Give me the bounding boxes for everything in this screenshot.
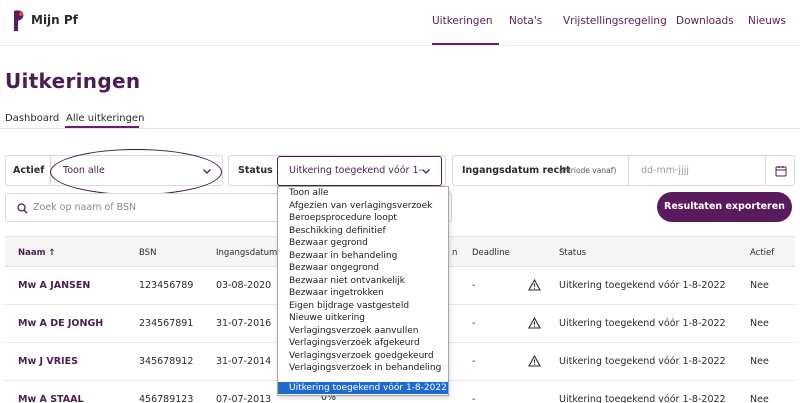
status-option[interactable]: Afgezien van verlagingsverzoek	[278, 200, 448, 212]
ingangsdatum-filter: Ingangsdatum recht (Periode vanaf) dd-mm…	[452, 155, 795, 186]
page-title: Uitkeringen	[5, 69, 141, 93]
status-dropdown-list: Toon alle Afgezien van verlagingsverzoek…	[277, 186, 449, 396]
status-option[interactable]: Verlagingsverzoek aanvullen	[278, 325, 448, 337]
row-datum: 07-07-2013	[216, 394, 272, 403]
col-deadline[interactable]: Deadline	[472, 248, 510, 258]
col-status[interactable]: Status	[559, 248, 586, 258]
row-bsn: 345678912	[139, 356, 194, 367]
row-datum: 03-08-2020	[216, 280, 272, 291]
status-select[interactable]: Uitkering toegekend vóór 1-	[277, 156, 442, 186]
nav-label: Vrijstellingsregeling	[563, 15, 667, 27]
row-datum: 31-07-2014	[216, 356, 272, 367]
row-bsn: 456789123	[139, 394, 194, 403]
row-actief: Nee	[750, 318, 769, 329]
search-icon	[17, 203, 28, 214]
row-bsn: 123456789	[139, 280, 194, 291]
col-naam[interactable]: Naam ↑	[18, 248, 56, 258]
row-naam[interactable]: Mw A DE JONGH	[18, 318, 103, 329]
status-option[interactable]: Bezwaar in behandeling	[278, 250, 448, 262]
status-label: Status	[238, 165, 273, 176]
tabs-divider	[0, 128, 800, 129]
status-option[interactable]: Eigen bijdrage vastgesteld	[278, 300, 448, 312]
header-divider	[0, 45, 800, 46]
date-placeholder: dd-mm-jjjj	[641, 165, 689, 176]
row-actief: Nee	[750, 394, 769, 403]
row-naam[interactable]: Mw A JANSEN	[18, 280, 90, 291]
calendar-icon[interactable]	[775, 165, 787, 177]
highlight-oval	[50, 149, 222, 195]
status-option[interactable]: Nieuwe uitkering	[278, 312, 448, 324]
warning-icon	[528, 279, 541, 291]
nav-label: Uitkeringen	[432, 15, 493, 27]
status-option[interactable]: Bezwaar niet ontvankelijk	[278, 275, 448, 287]
row-status: Uitkering toegekend vóór 1-8-2022	[559, 356, 726, 367]
status-option[interactable]: Beschikking definitief	[278, 225, 448, 237]
logo[interactable]: Mijn Pf	[10, 9, 90, 33]
nav-notas[interactable]: Nota's	[509, 0, 549, 45]
filter-separator	[765, 156, 766, 185]
nav-label: Downloads	[676, 15, 734, 27]
col-ingangsdatum[interactable]: Ingangsdatum r	[216, 248, 284, 258]
logo-icon	[14, 10, 24, 31]
nav-uitkeringen[interactable]: Uitkeringen	[432, 0, 499, 45]
status-option[interactable]: Bezwaar gegrond	[278, 237, 448, 249]
status-option[interactable]: Bezwaar ingetrokken	[278, 287, 448, 299]
status-option[interactable]: Beroepsprocedure loopt	[278, 212, 448, 224]
status-value: Uitkering toegekend vóór 1-	[289, 165, 422, 176]
row-actief: Nee	[750, 356, 769, 367]
actief-label: Actief	[13, 165, 45, 176]
row-deadline: -	[472, 280, 476, 291]
nav-label: Nieuws	[748, 15, 786, 27]
nav-downloads[interactable]: Downloads	[676, 0, 734, 45]
ingangsdatum-label: Ingangsdatum recht	[462, 165, 571, 176]
nav-nieuws[interactable]: Nieuws	[748, 0, 788, 45]
row-actief: Nee	[750, 280, 769, 291]
col-hidden[interactable]: n	[452, 248, 457, 258]
tab-dashboard[interactable]: Dashboard	[5, 113, 59, 124]
row-status: Uitkering toegekend vóór 1-8-2022	[559, 280, 726, 291]
row-naam[interactable]: Mw J VRIES	[18, 356, 78, 367]
row-deadline: -	[472, 318, 476, 329]
search-placeholder: Zoek op naam of BSN	[33, 202, 137, 213]
export-results-button[interactable]: Resultaten exporteren	[657, 192, 792, 222]
ingangsdatum-hint: (Periode vanaf)	[559, 166, 617, 175]
row-status: Uitkering toegekend vóór 1-8-2022	[559, 394, 726, 403]
row-naam[interactable]: Mw A STAAL	[18, 394, 84, 403]
chevron-down-icon	[422, 169, 430, 174]
status-option[interactable]: Verlagingsverzoek goedgekeurd	[278, 350, 448, 362]
warning-icon	[528, 355, 541, 367]
nav-label: Nota's	[509, 15, 543, 27]
row-status: Uitkering toegekend vóór 1-8-2022	[559, 318, 726, 329]
row-deadline: -	[472, 356, 476, 367]
status-option[interactable]: Toon alle	[278, 187, 448, 199]
row-deadline: -	[472, 394, 476, 403]
status-option[interactable]: Verlagingsverzoek in behandeling	[278, 362, 448, 374]
tab-alle-uitkeringen[interactable]: Alle uitkeringen	[66, 113, 144, 124]
warning-icon	[528, 317, 541, 329]
status-option[interactable]: Verlagingsverzoek afgekeurd	[278, 337, 448, 349]
col-bsn[interactable]: BSN	[139, 248, 156, 258]
status-option[interactable]: Bezwaar ongegrond	[278, 262, 448, 274]
col-actief[interactable]: Actief	[750, 248, 774, 258]
row-datum: 31-07-2016	[216, 318, 272, 329]
top-navigation: Mijn Pf Uitkeringen Nota's Vrijstellings…	[0, 0, 800, 45]
nav-vrijstellingsregeling[interactable]: Vrijstellingsregeling	[563, 0, 667, 45]
logo-text: Mijn Pf	[31, 13, 78, 27]
date-input[interactable]: dd-mm-jjjj	[629, 156, 765, 185]
status-option-selected[interactable]: Uitkering toegekend vóór 1-8-2022	[278, 382, 448, 394]
row-bsn: 234567891	[139, 318, 194, 329]
